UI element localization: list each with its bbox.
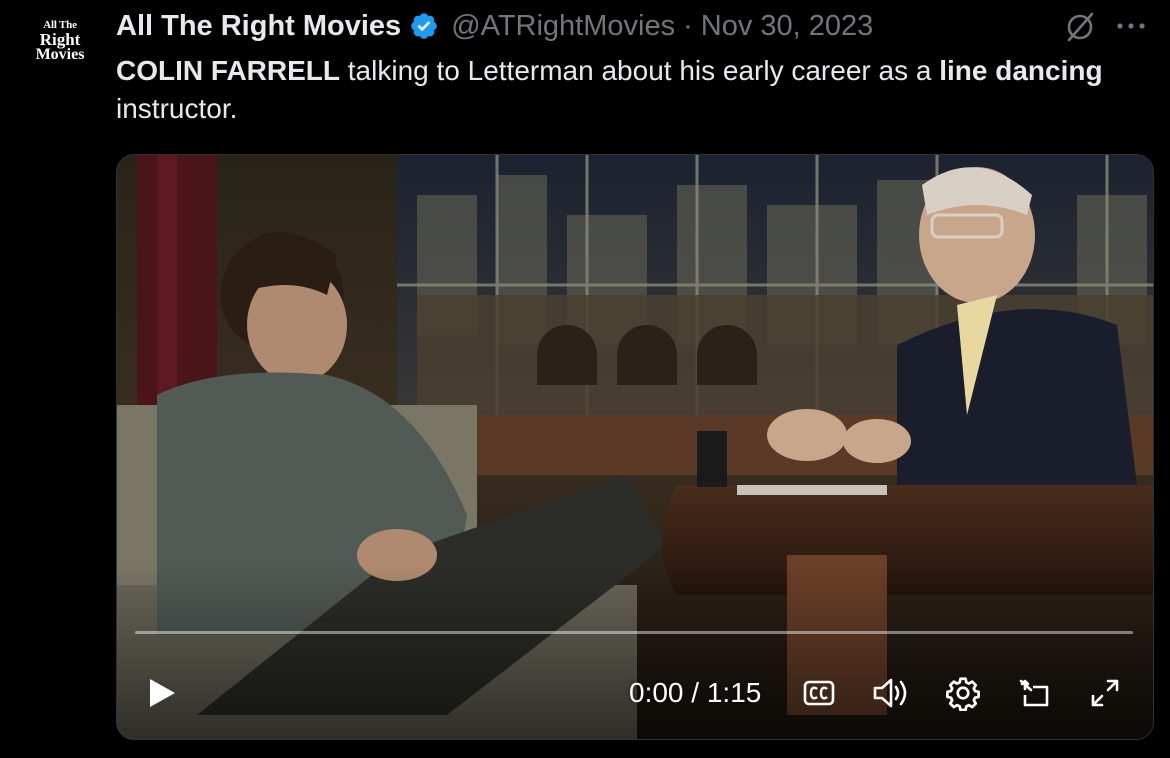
settings-button[interactable] (941, 663, 985, 723)
duration: 1:15 (706, 677, 762, 708)
fullscreen-icon (1091, 679, 1119, 707)
avatar-text-line3: Movies (35, 46, 85, 63)
volume-button[interactable] (869, 663, 913, 723)
tweet-text-span: talking to Letterman about his early car… (340, 55, 940, 86)
tweet-text-end: instructor. (116, 93, 238, 124)
grok-icon[interactable] (1063, 10, 1097, 44)
tweet-header: All The Right Movies @ATRightMovies · No… (116, 6, 873, 46)
tweet-text-bold-phrase: line dancing (939, 55, 1103, 86)
display-name[interactable]: All The Right Movies (116, 10, 401, 43)
video-progress-bar[interactable] (135, 631, 1133, 634)
avatar[interactable]: All The Right Movies (28, 20, 92, 72)
tweet-text: COLIN FARRELL talking to Letterman about… (116, 52, 1146, 128)
current-time: 0:00 (629, 677, 684, 708)
settings-icon (946, 677, 980, 711)
fullscreen-button[interactable] (1083, 663, 1127, 723)
separator-dot: · (683, 9, 693, 42)
verified-badge-icon[interactable] (409, 11, 439, 41)
video-player[interactable]: 0:00 / 1:15 (116, 154, 1154, 740)
volume-icon (873, 678, 907, 708)
closed-captions-icon (803, 680, 835, 706)
more-options-icon[interactable] (1113, 14, 1149, 38)
play-icon (150, 679, 175, 707)
tweet-text-bold-name: COLIN FARRELL (116, 55, 340, 86)
play-button[interactable] (139, 663, 183, 723)
video-controls: 0:00 / 1:15 (117, 663, 1153, 723)
video-frame-image (117, 155, 1153, 739)
tweet-date[interactable]: Nov 30, 2023 (701, 10, 874, 43)
time-separator: / (683, 677, 707, 708)
video-time-display: 0:00 / 1:15 (629, 677, 761, 709)
picture-in-picture-icon (1019, 679, 1049, 707)
user-handle[interactable]: @ATRightMovies (451, 10, 675, 43)
picture-in-picture-button[interactable] (1013, 663, 1057, 723)
closed-captions-button[interactable] (799, 663, 839, 723)
